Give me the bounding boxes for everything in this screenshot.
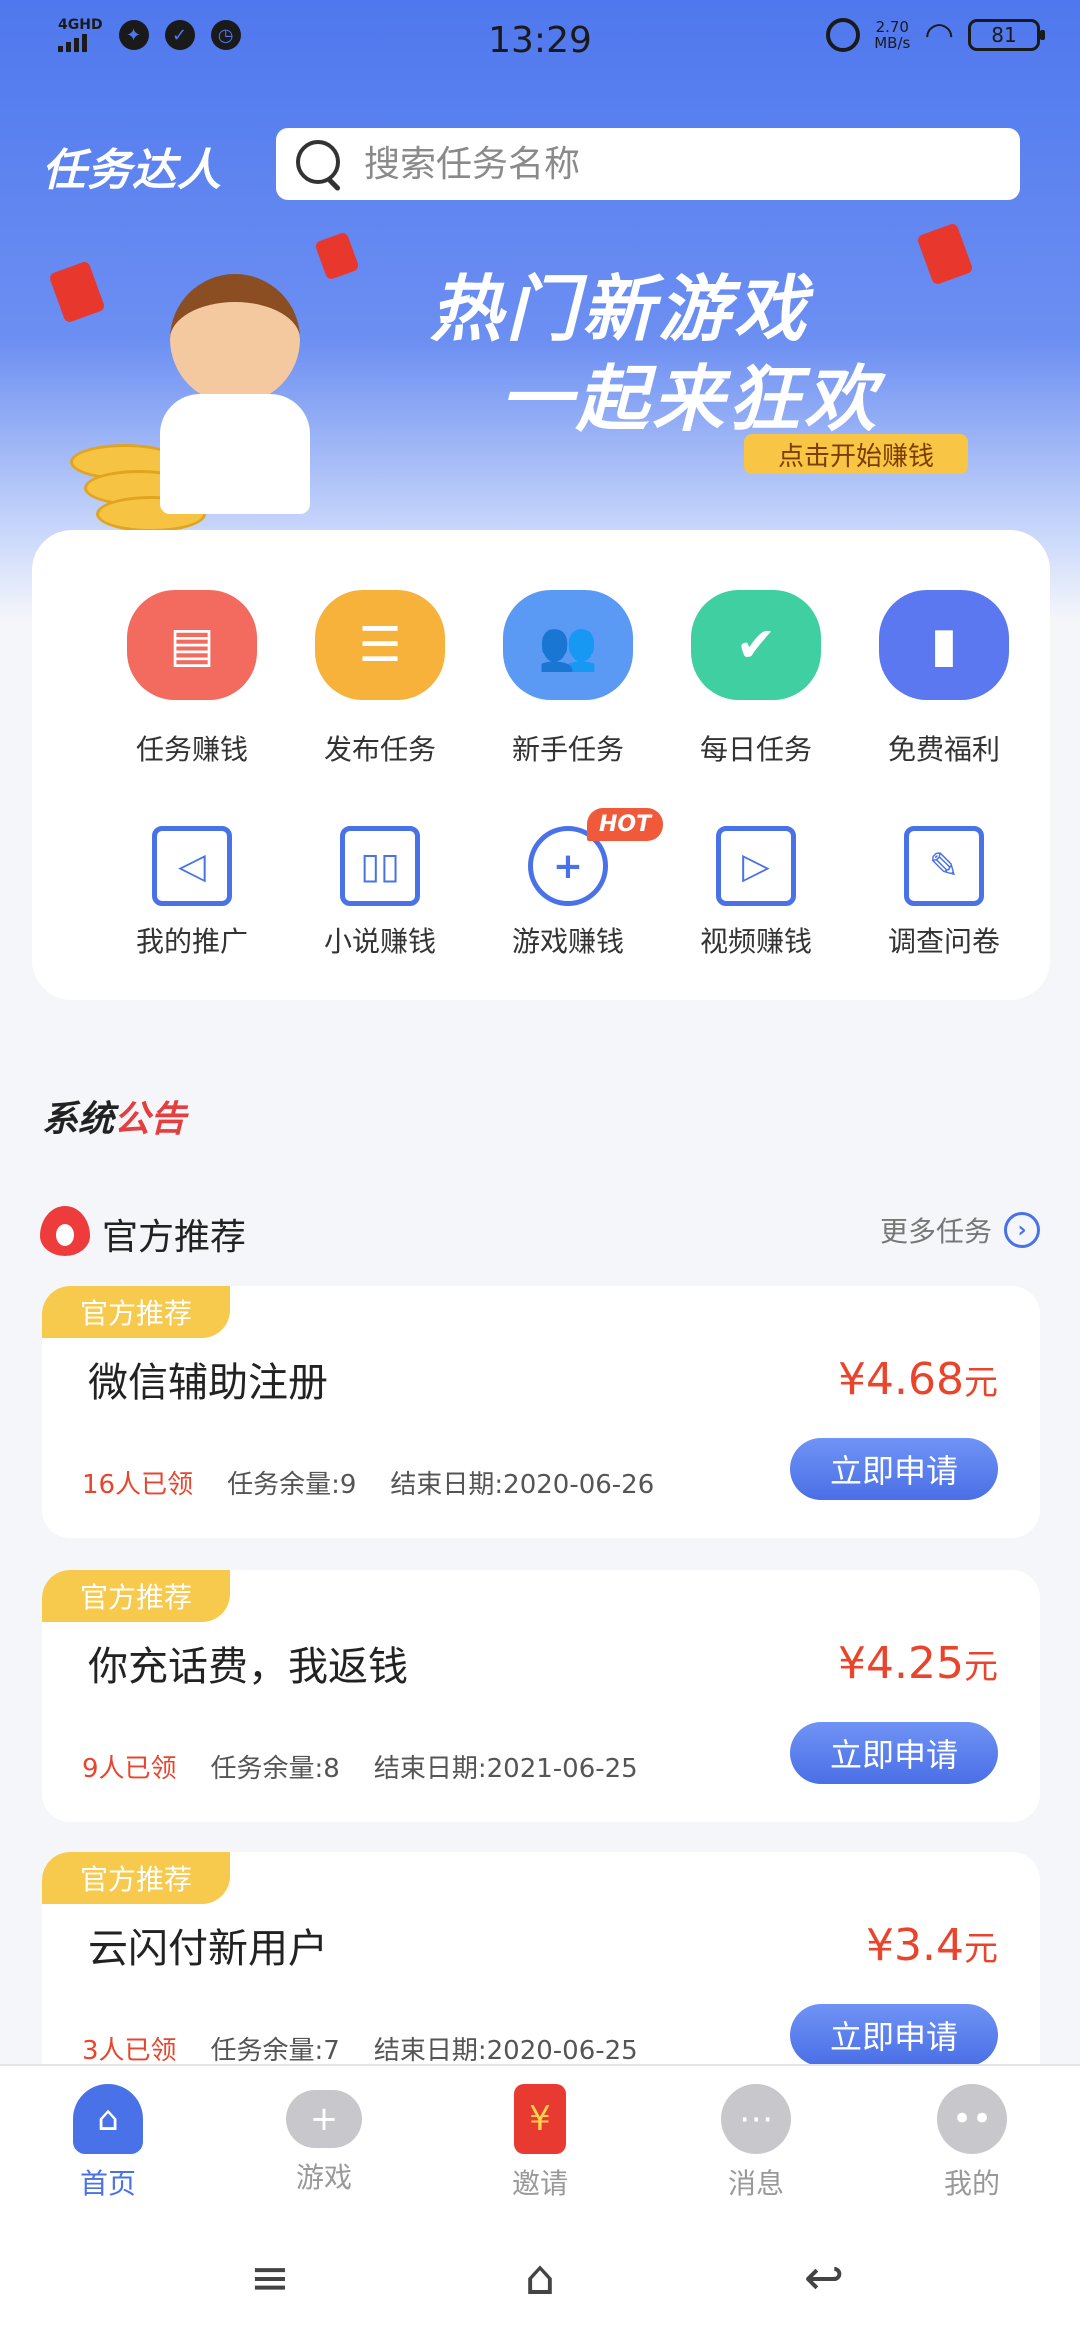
search-input[interactable]	[364, 143, 964, 185]
users-icon: 👥	[503, 590, 633, 700]
task-price: ¥4.25元	[838, 1638, 998, 1689]
video-icon: ▷	[716, 826, 796, 906]
system-announcement[interactable]: 系统公告	[42, 1090, 186, 1142]
taken-count: 16人已领	[82, 1470, 194, 1500]
task-price: ¥4.68元	[838, 1354, 998, 1405]
banner-subtitle: 一起来狂欢	[500, 357, 881, 441]
chat-icon: ⋯	[721, 2084, 791, 2154]
end-date: 结束日期:2020-06-25	[373, 2036, 638, 2066]
network-speed: 2.70 MB/s	[874, 18, 911, 52]
task-meta: 9人已领 任务余量:8 结束日期:2021-06-25	[82, 1748, 638, 1785]
home-icon: ⌂	[73, 2084, 143, 2154]
task-card[interactable]: 官方推荐 你充话费，我返钱 ¥4.25元 9人已领 任务余量:8 结束日期:20…	[42, 1570, 1040, 1822]
book-icon: ▯▯	[340, 826, 420, 906]
store-icon: ▤	[127, 590, 257, 700]
task-card[interactable]: 官方推荐 微信辅助注册 ¥4.68元 16人已领 任务余量:9 结束日期:202…	[42, 1286, 1040, 1538]
fire-icon	[40, 1206, 90, 1256]
more-tasks-link[interactable]: 更多任务 ›	[880, 1210, 1040, 1250]
red-envelope-icon: ¥	[514, 2084, 566, 2154]
grid-item-my-promotion[interactable]: ◁ 我的推广	[97, 826, 287, 960]
apply-button[interactable]: 立即申请	[790, 1722, 998, 1784]
task-name: 云闪付新用户	[88, 1926, 328, 1972]
menu-icon[interactable]: ≡	[230, 2250, 310, 2306]
tab-invite[interactable]: ¥ 邀请	[432, 2084, 648, 2202]
bottom-tab-bar: ⌂ 首页 + 游戏 ¥ 邀请 ⋯ 消息 •• 我的	[0, 2064, 1080, 2214]
grid-item-game-earn[interactable]: + HOT 游戏赚钱	[473, 808, 664, 960]
apply-button[interactable]: 立即申请	[790, 1438, 998, 1500]
profile-icon: ••	[937, 2084, 1007, 2154]
bookmark-icon: ▮	[879, 590, 1009, 700]
recommend-tag: 官方推荐	[42, 1286, 230, 1338]
recommend-tag: 官方推荐	[42, 1570, 230, 1622]
wifi-icon: ◠	[924, 15, 954, 55]
back-icon[interactable]: ↩	[784, 2250, 864, 2306]
gamepad-icon: +	[286, 2090, 362, 2148]
feature-grid: ▤ 任务赚钱 ☰ 发布任务 👥 新手任务 ✔ 每日任务 ▮ 免费福利 ◁ 我的推…	[32, 530, 1050, 1000]
recommend-tag: 官方推荐	[42, 1852, 230, 1904]
remaining-count: 任务余量:8	[210, 1754, 340, 1784]
speaker-icon: ◁	[152, 826, 232, 906]
calendar-check-icon: ✔	[691, 590, 821, 700]
home-nav-icon[interactable]: ⌂	[500, 2250, 580, 2306]
grid-item-novel-earn[interactable]: ▯▯ 小说赚钱	[285, 826, 475, 960]
mascot-illustration	[60, 231, 360, 556]
tab-games[interactable]: + 游戏	[216, 2084, 432, 2196]
red-envelope-decoration	[916, 222, 974, 286]
grid-item-daily-task[interactable]: ✔ 每日任务	[661, 590, 851, 768]
end-date: 结束日期:2021-06-25	[373, 1754, 638, 1784]
task-meta: 3人已领 任务余量:7 结束日期:2020-06-25	[82, 2030, 638, 2067]
task-meta: 16人已领 任务余量:9 结束日期:2020-06-26	[82, 1464, 654, 1501]
grid-item-publish-task[interactable]: ☰ 发布任务	[285, 590, 475, 768]
grid-item-task-earn[interactable]: ▤ 任务赚钱	[97, 590, 287, 768]
end-date: 结束日期:2020-06-26	[390, 1470, 655, 1500]
apply-button[interactable]: 立即申请	[790, 2004, 998, 2066]
banner-cta-button[interactable]: 点击开始赚钱	[744, 434, 968, 474]
grid-item-video-earn[interactable]: ▷ 视频赚钱	[661, 826, 851, 960]
section-title: 官方推荐	[102, 1217, 247, 1258]
taken-count: 9人已领	[82, 1754, 177, 1784]
taken-count: 3人已领	[82, 2036, 177, 2066]
section-header: 官方推荐 更多任务 ›	[40, 1200, 1040, 1260]
task-price: ¥3.4元	[866, 1920, 998, 1971]
search-bar[interactable]	[276, 128, 1020, 200]
grid-item-newbie-task[interactable]: 👥 新手任务	[473, 590, 663, 768]
task-name: 微信辅助注册	[88, 1360, 328, 1406]
tab-profile[interactable]: •• 我的	[864, 2084, 1080, 2202]
chevron-right-icon: ›	[1004, 1212, 1040, 1248]
battery-icon: 81	[968, 19, 1045, 51]
remaining-count: 任务余量:9	[227, 1470, 357, 1500]
search-icon	[290, 134, 350, 194]
hot-badge: HOT	[587, 808, 664, 841]
promo-banner[interactable]: 热门新游戏 一起来狂欢 点击开始赚钱	[0, 222, 1080, 556]
system-navigation-bar: ≡ ⌂ ↩	[0, 2214, 1080, 2340]
survey-icon: ✎	[904, 826, 984, 906]
grid-item-survey[interactable]: ✎ 调查问卷	[849, 826, 1039, 960]
status-bar: 4GHD ✦ ✓ ◷ 13:29 2.70 MB/s ◠ 81	[0, 0, 1080, 84]
grid-item-free-welfare[interactable]: ▮ 免费福利	[849, 590, 1039, 768]
task-name: 你充话费，我返钱	[88, 1644, 408, 1690]
alarm-icon	[826, 18, 861, 52]
app-logo: 任务达人	[42, 145, 222, 196]
remaining-count: 任务余量:7	[210, 2036, 340, 2066]
tab-home[interactable]: ⌂ 首页	[0, 2084, 216, 2202]
tab-messages[interactable]: ⋯ 消息	[648, 2084, 864, 2202]
document-icon: ☰	[315, 590, 445, 700]
